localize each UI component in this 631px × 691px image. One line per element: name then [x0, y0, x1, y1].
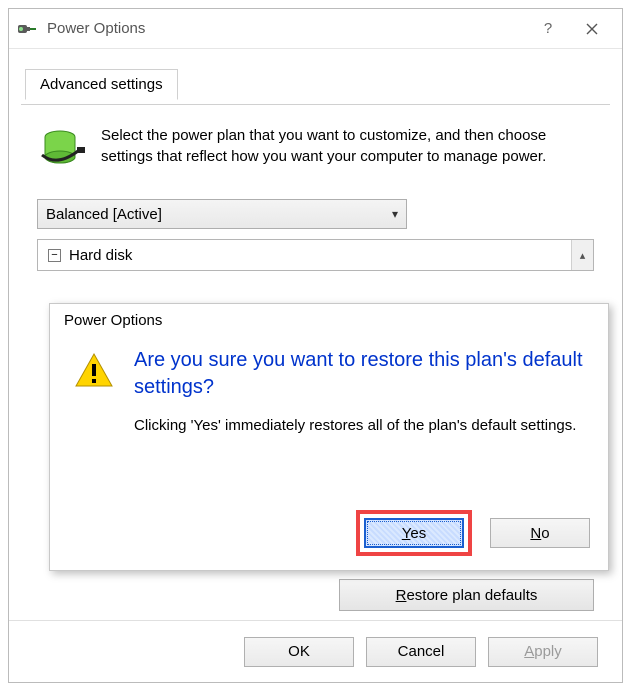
yes-button[interactable]: Yes [364, 518, 464, 548]
ok-button[interactable]: OK [244, 637, 354, 667]
collapse-icon[interactable]: − [48, 249, 61, 262]
intro-text: Select the power plan that you want to c… [101, 125, 594, 175]
power-options-window: Power Options ? Advanced settings Select… [8, 8, 623, 683]
cancel-button[interactable]: Cancel [366, 637, 476, 667]
chevron-down-icon: ▾ [392, 207, 398, 221]
scroll-up-icon[interactable]: ▴ [571, 240, 593, 270]
apply-button: Apply [488, 637, 598, 667]
tab-bar: Advanced settings [9, 69, 622, 105]
power-plan-select[interactable]: Balanced [Active] ▾ [37, 199, 407, 229]
confirm-title: Power Options [50, 304, 608, 329]
warning-icon [74, 351, 114, 391]
window-title: Power Options [47, 20, 526, 37]
settings-tree[interactable]: − Hard disk ▴ [37, 239, 594, 271]
confirm-text: Clicking 'Yes' immediately restores all … [134, 415, 584, 436]
tab-body: Select the power plan that you want to c… [9, 105, 622, 271]
tree-item-hard-disk[interactable]: Hard disk [69, 247, 132, 264]
battery-icon [37, 125, 87, 175]
close-button[interactable] [570, 14, 614, 44]
no-button[interactable]: No [490, 518, 590, 548]
restore-row: Restore plan defaults [37, 579, 594, 611]
confirm-dialog: Power Options Are you sure you want to r… [49, 303, 609, 571]
titlebar: Power Options ? [9, 9, 622, 49]
dialog-button-row: OK Cancel Apply [9, 620, 622, 682]
help-button[interactable]: ? [526, 14, 570, 44]
tab-advanced-settings[interactable]: Advanced settings [25, 69, 178, 100]
confirm-heading: Are you sure you want to restore this pl… [134, 347, 584, 401]
intro-row: Select the power plan that you want to c… [37, 125, 594, 175]
restore-plan-defaults-button[interactable]: Restore plan defaults [339, 579, 594, 611]
confirm-body: Are you sure you want to restore this pl… [50, 329, 608, 436]
power-plan-value: Balanced [Active] [46, 206, 162, 223]
confirm-button-row: Yes No [356, 510, 590, 556]
yes-highlight: Yes [356, 510, 472, 556]
power-options-icon [17, 19, 37, 39]
